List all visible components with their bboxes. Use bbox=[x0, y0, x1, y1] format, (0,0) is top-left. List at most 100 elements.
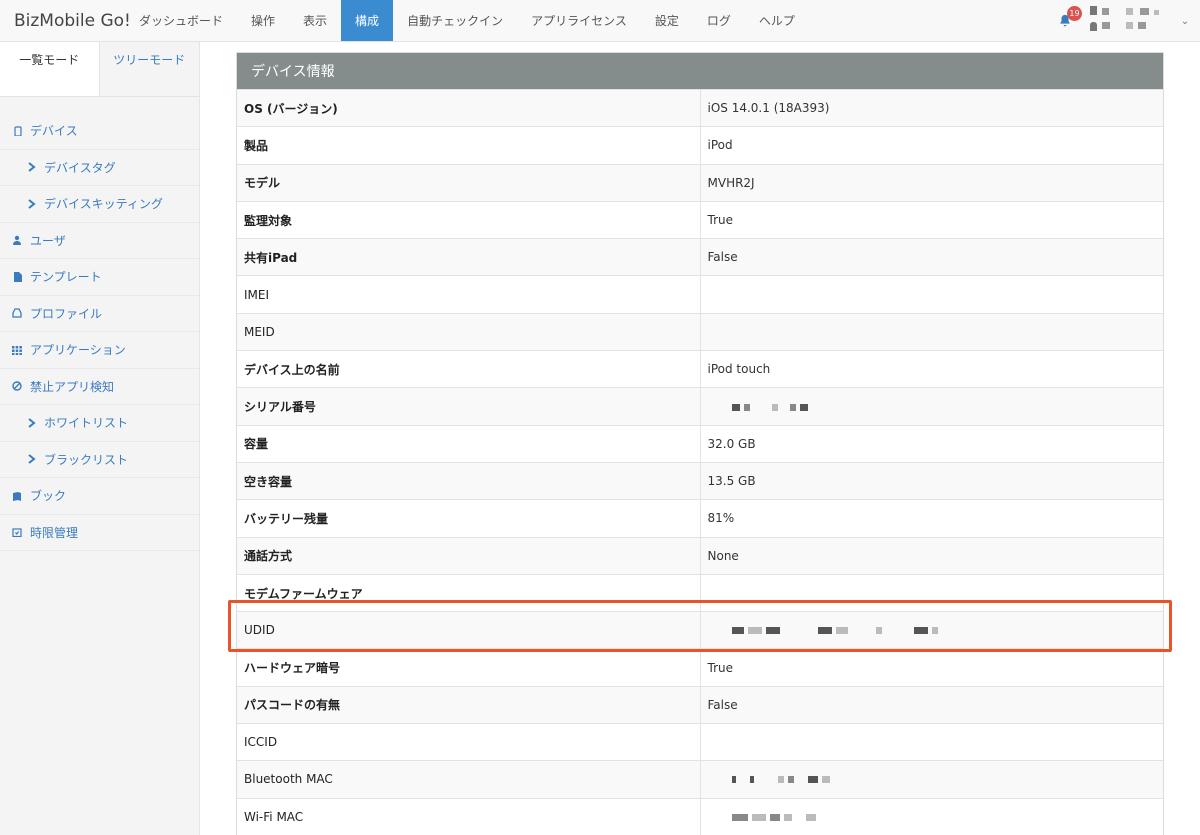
row-value: False bbox=[700, 238, 1163, 276]
nav-item-8[interactable]: ヘルプ bbox=[745, 0, 809, 41]
main-content: デバイス情報 OS (バージョン) iOS 14.0.1 (18A393) 製品 iP… bbox=[200, 42, 1200, 835]
top-navbar: BizMobile Go! ダッシュボード 操作 表示 構成 自動チェックイン アプリライ… bbox=[0, 0, 1200, 42]
nav-item-2[interactable]: 表示 bbox=[289, 0, 341, 41]
sidebar-item-label: デバイスタグ bbox=[44, 160, 116, 175]
sidebar-item-label: 禁止アプリ検知 bbox=[30, 379, 115, 394]
chevron-right-icon bbox=[26, 198, 44, 209]
sidebar-item-6[interactable]: アプリケーション bbox=[0, 332, 199, 369]
nav-item-4[interactable]: 自動チェックイン bbox=[393, 0, 517, 41]
nav-item-6[interactable]: 設定 bbox=[641, 0, 693, 41]
nav-item-3[interactable]: 構成 bbox=[341, 0, 394, 41]
nav-item-7[interactable]: ログ bbox=[693, 0, 745, 41]
user-icon bbox=[12, 235, 30, 246]
row-value: None bbox=[700, 536, 1163, 575]
table-row: Bluetooth MAC bbox=[237, 760, 1163, 799]
row-key: シリアル番号 bbox=[237, 387, 701, 426]
redacted-value bbox=[731, 774, 830, 786]
calendar-icon bbox=[12, 527, 30, 538]
row-value: 13.5 GB bbox=[700, 461, 1163, 500]
user-menu[interactable] bbox=[1090, 0, 1170, 42]
chevron-right-icon bbox=[26, 162, 44, 173]
sidebar-item-label: テンプレート bbox=[30, 270, 102, 285]
table-row: 共有iPad False bbox=[237, 238, 1163, 276]
sidebar-item-8[interactable]: ホワイトリスト bbox=[0, 405, 199, 442]
row-key: Bluetooth MAC bbox=[237, 760, 701, 799]
sidebar-item-label: ユーザ bbox=[30, 233, 66, 248]
chevron-down-icon[interactable]: ⌄ bbox=[1170, 16, 1200, 27]
mode-tab-0[interactable]: 一覧モード bbox=[0, 42, 100, 96]
table-row: 容量 32.0 GB bbox=[237, 424, 1163, 463]
row-value bbox=[700, 573, 1163, 612]
brand-logo[interactable]: BizMobile Go! bbox=[0, 0, 131, 41]
table-row: 監理対象 True bbox=[237, 200, 1163, 239]
device-info-panel: デバイス情報 OS (バージョン) iOS 14.0.1 (18A393) 製品 iP… bbox=[236, 52, 1164, 835]
mode-tab-1[interactable]: ツリーモード bbox=[100, 42, 200, 96]
chevron-right-icon bbox=[26, 417, 44, 428]
sidebar-item-0[interactable]: デバイス bbox=[0, 113, 199, 150]
redacted-block bbox=[1102, 22, 1110, 29]
row-value: True bbox=[700, 200, 1163, 239]
row-value: MVHR2J bbox=[700, 163, 1163, 202]
redacted-value bbox=[731, 625, 938, 637]
sidebar-item-label: デバイス bbox=[30, 124, 78, 139]
row-value: False bbox=[700, 685, 1163, 724]
nav-item-1[interactable]: 操作 bbox=[237, 0, 289, 41]
row-key: 製品 bbox=[237, 126, 701, 165]
table-row: 通話方式 None bbox=[237, 536, 1163, 575]
row-key: ICCID bbox=[237, 723, 701, 761]
table-row: MEID bbox=[237, 312, 1163, 351]
nav-item-5[interactable]: アプリライセンス bbox=[517, 0, 641, 41]
redacted-value bbox=[731, 401, 808, 413]
sidebar-item-label: ブック bbox=[30, 489, 67, 504]
sidebar-item-5[interactable]: プロファイル bbox=[0, 296, 199, 332]
file-icon bbox=[12, 271, 30, 282]
row-key: デバイス上の名前 bbox=[237, 350, 701, 388]
redacted-block bbox=[1154, 10, 1159, 15]
row-key: Wi-Fi MAC bbox=[237, 797, 701, 835]
row-key: IMEI bbox=[237, 275, 701, 314]
table-row: OS (バージョン) iOS 14.0.1 (18A393) bbox=[237, 88, 1163, 127]
device-icon bbox=[12, 126, 30, 136]
notifications-button[interactable]: 19 bbox=[1050, 0, 1082, 42]
user-icon bbox=[1090, 22, 1097, 31]
row-key: 空き容量 bbox=[237, 461, 701, 500]
sidebar-item-label: ブラックリスト bbox=[44, 452, 129, 467]
table-row: Wi-Fi MAC bbox=[237, 797, 1163, 835]
table-row: UDID bbox=[237, 611, 1163, 649]
sidebar-item-10[interactable]: ブック bbox=[0, 478, 199, 515]
redacted-block bbox=[1140, 8, 1149, 15]
table-row: ハードウェア暗号 True bbox=[237, 648, 1163, 687]
sidebar-item-11[interactable]: 時限管理 bbox=[0, 515, 199, 551]
building-icon bbox=[1090, 6, 1097, 15]
row-key: MEID bbox=[237, 312, 701, 351]
notification-badge: 19 bbox=[1067, 6, 1082, 21]
row-value: True bbox=[700, 648, 1163, 687]
ban-icon bbox=[12, 381, 30, 391]
sidebar-item-7[interactable]: 禁止アプリ検知 bbox=[0, 369, 199, 405]
sidebar-item-label: デバイスキッティング bbox=[44, 197, 163, 212]
table-row: モデムファームウェア bbox=[237, 573, 1163, 612]
sidebar-item-1[interactable]: デバイスタグ bbox=[0, 150, 199, 186]
table-row: パスコードの有無 False bbox=[237, 685, 1163, 724]
row-value bbox=[700, 760, 1163, 799]
table-row: シリアル番号 bbox=[237, 387, 1163, 426]
row-key: 監理対象 bbox=[237, 200, 701, 239]
row-value bbox=[700, 723, 1163, 761]
nav-item-0[interactable]: ダッシュボード bbox=[125, 0, 237, 41]
sidebar-item-label: ホワイトリスト bbox=[44, 416, 129, 431]
sidebar-item-2[interactable]: デバイスキッティング bbox=[0, 186, 199, 223]
table-row: 空き容量 13.5 GB bbox=[237, 461, 1163, 500]
row-key: 容量 bbox=[237, 424, 701, 463]
row-value: iPod bbox=[700, 126, 1163, 165]
device-info-table: OS (バージョン) iOS 14.0.1 (18A393) 製品 iPod モデル MV… bbox=[237, 88, 1163, 835]
row-value bbox=[700, 275, 1163, 314]
sidebar-item-4[interactable]: テンプレート bbox=[0, 259, 199, 296]
sidebar-item-3[interactable]: ユーザ bbox=[0, 223, 199, 259]
redacted-value bbox=[731, 812, 816, 824]
table-row: IMEI bbox=[237, 275, 1163, 314]
row-key: ハードウェア暗号 bbox=[237, 648, 701, 687]
row-value bbox=[700, 387, 1163, 426]
sidebar-item-label: アプリケーション bbox=[30, 343, 126, 358]
inbox-icon bbox=[12, 308, 30, 318]
sidebar-item-9[interactable]: ブラックリスト bbox=[0, 442, 199, 478]
